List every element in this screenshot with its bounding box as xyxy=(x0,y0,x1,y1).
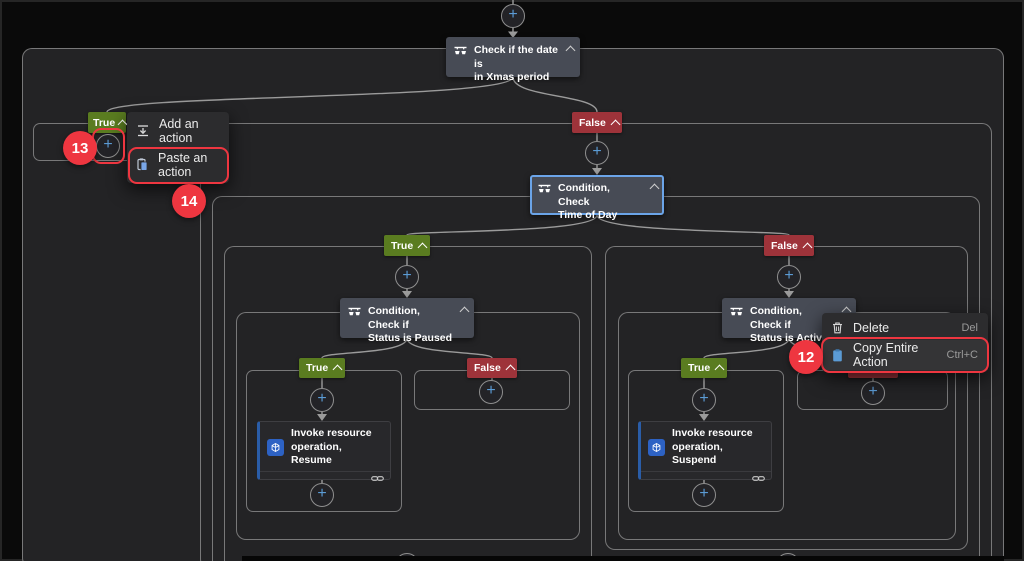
node-invoke-suspend-action[interactable]: Invoke resource operation, Suspend xyxy=(638,421,772,480)
paste-icon xyxy=(137,158,148,171)
insert-action-button-top[interactable]: + xyxy=(501,4,525,28)
menu-item-copy-entire-action[interactable]: Copy Entire Action Ctrl+C xyxy=(822,340,988,370)
node-title-line: operation, Suspend xyxy=(672,441,765,468)
insert-action-button-true-root[interactable]: + xyxy=(96,134,120,158)
insert-action-button-false-time-of-day[interactable]: + xyxy=(777,265,801,289)
resource-operation-icon xyxy=(267,439,284,456)
trash-icon xyxy=(832,322,843,334)
node-time-of-day-condition[interactable]: Condition, Check Time of Day xyxy=(530,175,664,215)
menu-item-add-action[interactable]: Add an action xyxy=(127,114,229,148)
branch-badge-false-time-of-day[interactable]: False xyxy=(764,235,814,256)
chevron-up-icon xyxy=(715,365,725,375)
chevron-up-icon xyxy=(505,365,515,375)
insert-action-button-true-active[interactable]: + xyxy=(692,388,716,412)
annotation-step-12: 12 xyxy=(789,340,823,374)
insert-action-button-false-active[interactable]: + xyxy=(861,381,885,405)
collapse-chevron-icon[interactable] xyxy=(566,46,576,56)
node-title-line: Invoke resource xyxy=(672,427,765,441)
condition-icon xyxy=(454,46,467,57)
workflow-designer-canvas: + Check if the date is in Xmas period Tr… xyxy=(0,0,1024,561)
branch-badge-false-paused[interactable]: False xyxy=(467,358,517,378)
insert-action-button-after-resume[interactable]: + xyxy=(310,483,334,507)
branch-badge-true-time-of-day[interactable]: True xyxy=(384,235,430,256)
node-title-line: in Xmas period xyxy=(474,71,560,85)
chevron-up-icon xyxy=(802,242,812,252)
node-invoke-resume-action[interactable]: Invoke resource operation, Resume xyxy=(257,421,391,480)
collapse-chevron-icon[interactable] xyxy=(650,184,660,194)
insert-action-button-true-time-of-day[interactable]: + xyxy=(395,265,419,289)
insert-action-button-after-suspend[interactable]: + xyxy=(692,483,716,507)
link-icon xyxy=(752,474,765,483)
node-title-line: Status is Paused xyxy=(368,332,454,346)
node-title-line: Invoke resource xyxy=(291,427,384,441)
insert-action-button-false-root[interactable]: + xyxy=(585,141,609,165)
node-title-line: Check if the date is xyxy=(474,44,560,71)
shortcut-label: Del xyxy=(961,322,978,334)
annotation-step-14: 14 xyxy=(172,184,206,218)
chevron-up-icon xyxy=(418,242,428,252)
node-status-paused-condition[interactable]: Condition, Check if Status is Paused xyxy=(340,298,474,338)
chevron-up-icon xyxy=(610,119,620,129)
link-icon xyxy=(371,474,384,483)
insert-action-button-true-paused[interactable]: + xyxy=(310,388,334,412)
add-action-icon xyxy=(137,125,149,137)
annotation-step-13: 13 xyxy=(63,131,97,165)
copy-icon xyxy=(832,349,843,362)
node-title-line: Condition, Check if xyxy=(368,305,454,332)
collapse-chevron-icon[interactable] xyxy=(460,307,470,317)
resource-operation-icon xyxy=(648,439,665,456)
branch-badge-false-root[interactable]: False xyxy=(572,112,622,133)
branch-badge-true-paused[interactable]: True xyxy=(299,358,345,378)
chevron-up-icon xyxy=(333,365,343,375)
action-context-menu: Delete Del Copy Entire Action Ctrl+C xyxy=(822,313,988,372)
condition-icon xyxy=(730,307,743,318)
clipped-node-edge xyxy=(242,556,1004,561)
node-title-line: Condition, Check xyxy=(558,182,644,209)
node-title-line: operation, Resume xyxy=(291,441,384,468)
insert-action-button-false-paused[interactable]: + xyxy=(479,380,503,404)
condition-icon xyxy=(538,184,551,195)
node-root-condition[interactable]: Check if the date is in Xmas period xyxy=(446,37,580,77)
insert-action-menu: Add an action Paste an action xyxy=(127,112,229,183)
shortcut-label: Ctrl+C xyxy=(947,349,978,361)
menu-item-paste-action[interactable]: Paste an action xyxy=(127,148,229,181)
node-title-line: Time of Day xyxy=(558,209,644,223)
branch-badge-true-active[interactable]: True xyxy=(681,358,727,378)
branch-badge-true-root[interactable]: True xyxy=(88,112,126,133)
condition-icon xyxy=(348,307,361,318)
menu-item-delete[interactable]: Delete Del xyxy=(822,315,988,340)
